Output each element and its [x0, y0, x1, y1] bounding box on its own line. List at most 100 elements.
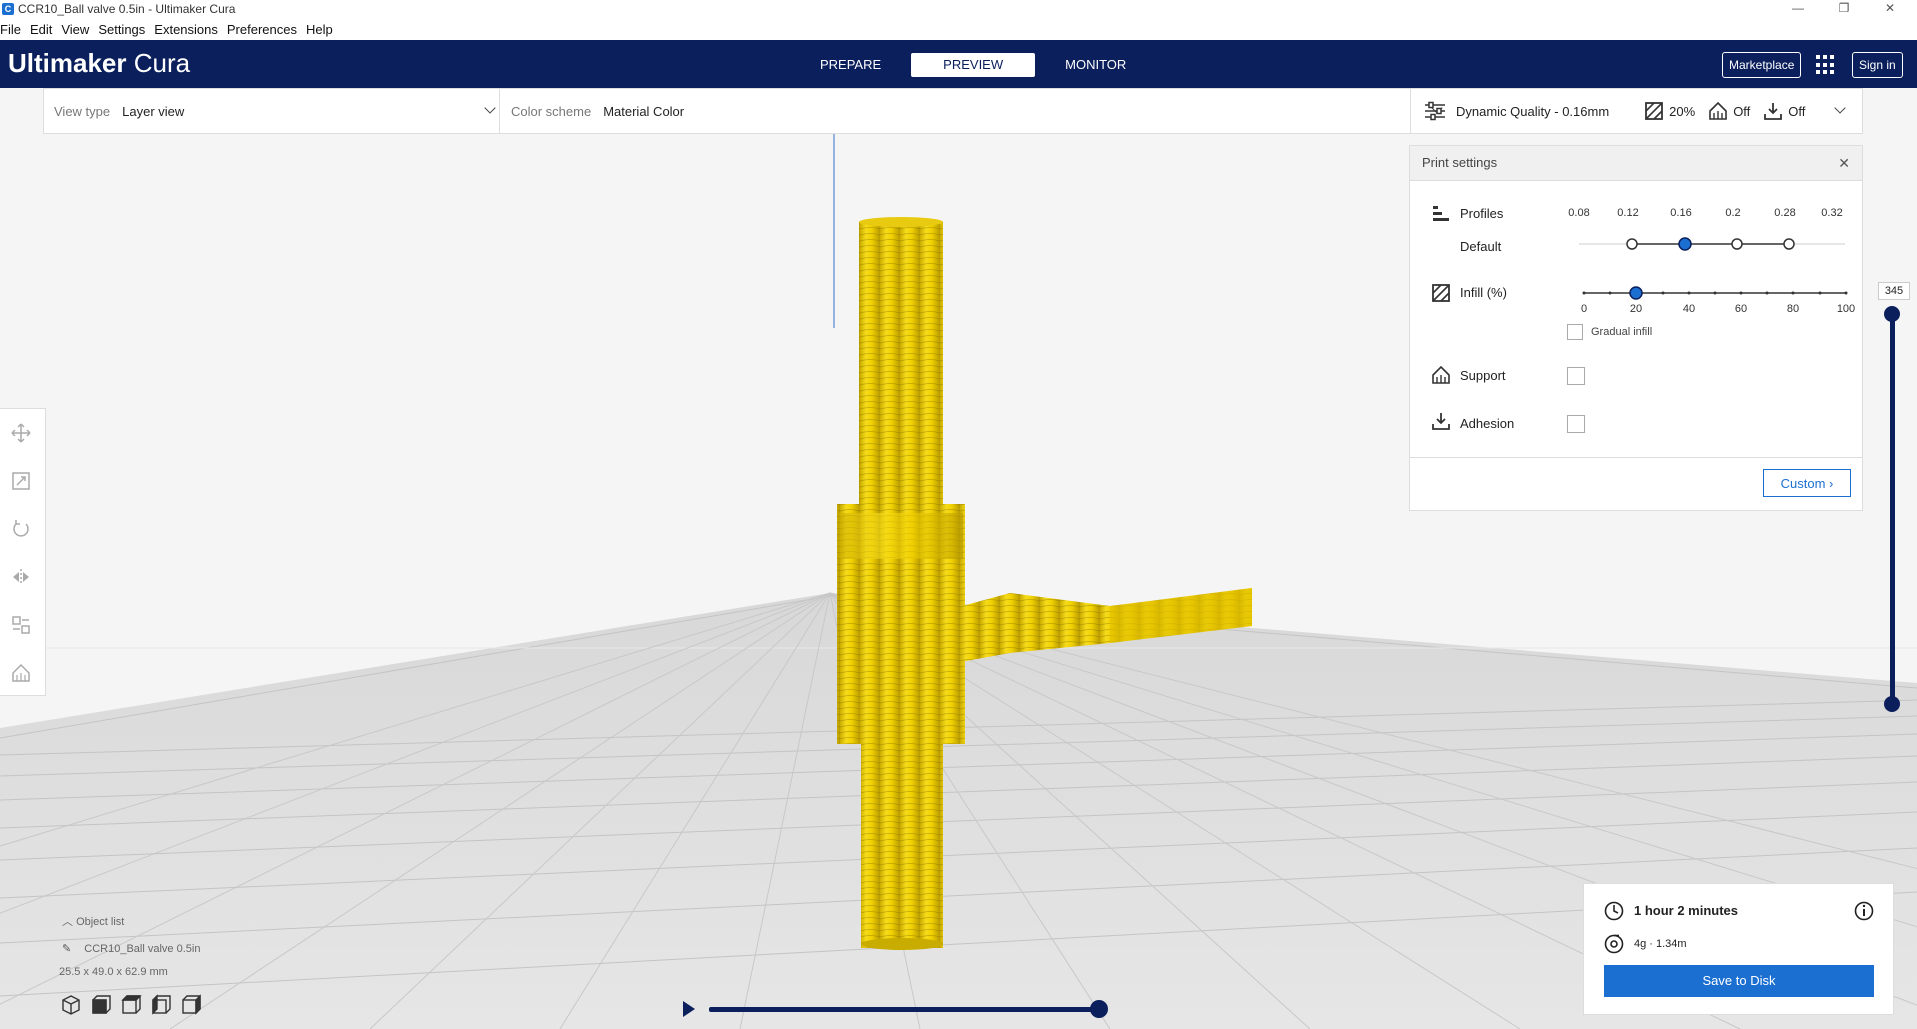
profiles-icon [1433, 206, 1449, 221]
clock-icon [1604, 901, 1624, 921]
infill-tick: 40 [1682, 303, 1696, 315]
close-window-icon[interactable]: ✕ [1870, 0, 1910, 18]
chevron-down-icon [484, 102, 496, 114]
profiles-label: Profiles [1460, 206, 1504, 221]
view-type-label: View type [54, 103, 111, 119]
print-summary-panel: 1 hour 2 minutes 4g · 1.34m Save to Disk [1583, 883, 1894, 1015]
infill-tick: 60 [1734, 303, 1748, 315]
cura-app-icon: C [2, 3, 14, 15]
tab-preview[interactable]: PREVIEW [911, 53, 1036, 77]
apps-grid-icon[interactable] [1816, 55, 1836, 75]
right-view-icon [182, 994, 201, 1015]
menu-file[interactable]: File [0, 22, 21, 37]
view-type-select[interactable]: View type Layer view [54, 89, 496, 133]
move-icon[interactable] [11, 423, 31, 443]
menu-bar: File Edit View Settings Extensions Prefe… [0, 18, 1917, 40]
stage-tabs: PREPARE PREVIEW MONITOR [798, 53, 1156, 77]
infill-icon [1432, 284, 1450, 302]
print-settings-panel: Print settings ✕ Profiles Default 0.08 0… [1409, 145, 1863, 511]
minimize-icon[interactable]: — [1778, 0, 1818, 18]
mirror-icon[interactable] [11, 567, 31, 587]
layer-slider[interactable] [1890, 312, 1895, 705]
layer-slider-bottom-handle[interactable] [1884, 696, 1900, 712]
save-to-disk-button[interactable]: Save to Disk [1604, 965, 1874, 997]
support-label: Support [1460, 368, 1506, 383]
infill-slider-handle [1629, 286, 1643, 300]
object-list-toggle[interactable]: ︿ Object list [62, 913, 124, 929]
infill-value: 20% [1669, 103, 1696, 119]
color-scheme-value: Material Color [603, 103, 685, 119]
scale-icon[interactable] [11, 471, 31, 491]
menu-edit[interactable]: Edit [30, 22, 52, 37]
menu-help[interactable]: Help [306, 22, 333, 37]
pencil-icon[interactable]: ✎ [62, 943, 71, 955]
adhesion-icon [1432, 413, 1450, 430]
adhesion-label: Adhesion [1460, 416, 1515, 431]
rotate-icon[interactable] [11, 519, 31, 539]
panel-header: Print settings ✕ [1410, 146, 1862, 181]
gradual-infill-checkbox[interactable] [1567, 324, 1583, 340]
support-checkbox[interactable] [1567, 367, 1585, 385]
view-type-value: Layer view [122, 103, 185, 119]
spool-icon [1604, 934, 1624, 954]
layer-slider-top-handle[interactable] [1884, 306, 1900, 322]
view-options-bar: View type Layer view Color scheme Materi… [43, 88, 1863, 134]
support-value: Off [1733, 103, 1751, 119]
panel-title: Print settings [1422, 155, 1498, 170]
adhesion-checkbox[interactable] [1567, 415, 1585, 433]
material-usage: 4g · 1.34m [1634, 938, 1687, 950]
infill-slider[interactable] [1570, 282, 1855, 304]
layer-number-box[interactable]: 345 [1878, 282, 1910, 300]
camera-view-buttons [62, 994, 201, 1015]
profile-tick: 0.16 [1670, 207, 1692, 219]
per-model-settings-icon[interactable] [11, 615, 31, 635]
infill-tick: 80 [1786, 303, 1800, 315]
adhesion-value: Off [1788, 103, 1806, 119]
tab-monitor[interactable]: MONITOR [1043, 53, 1148, 77]
play-icon[interactable] [683, 1001, 695, 1017]
top-view-icon [121, 995, 142, 1014]
profile-tick: 0.12 [1617, 207, 1639, 219]
profile-slider[interactable] [1575, 234, 1850, 254]
profile-tick: 0.08 [1568, 207, 1590, 219]
sign-in-button[interactable]: Sign in [1852, 52, 1903, 78]
menu-extensions[interactable]: Extensions [154, 22, 218, 37]
object-name: CCR10_Ball valve 0.5in [84, 943, 201, 955]
profile-tick: 0.32 [1821, 207, 1843, 219]
infill-tick: 100 [1836, 303, 1856, 315]
menu-view[interactable]: View [61, 22, 89, 37]
tool-bar [0, 408, 46, 696]
color-scheme-select[interactable]: Color scheme Material Color [511, 89, 1446, 133]
marketplace-button[interactable]: Marketplace [1722, 52, 1802, 78]
close-icon[interactable]: ✕ [1838, 146, 1850, 180]
path-slider[interactable] [709, 1007, 1103, 1012]
window-title: CCR10_Ball valve 0.5in - Ultimaker Cura [18, 2, 236, 16]
infill-tick: 20 [1629, 303, 1643, 315]
menu-preferences[interactable]: Preferences [227, 22, 297, 37]
menu-settings[interactable]: Settings [98, 22, 145, 37]
left-view-icon [152, 994, 171, 1015]
brand-logo: Ultimaker Cura [8, 48, 191, 78]
profile-option-0.2 [1731, 238, 1743, 250]
window-title-bar: C CCR10_Ball valve 0.5in - Ultimaker Cur… [0, 0, 1917, 18]
support-icon [1709, 102, 1727, 120]
infill-label: Infill (%) [1460, 285, 1507, 300]
custom-button[interactable]: Custom › [1763, 469, 1851, 497]
profile-option-selected [1678, 237, 1692, 251]
sliders-icon [1425, 101, 1445, 121]
restore-icon[interactable]: ❐ [1824, 0, 1864, 18]
path-slider-handle[interactable] [1090, 1000, 1108, 1018]
chevron-up-icon: ︿ [62, 916, 73, 928]
infill-tick: 0 [1580, 303, 1588, 315]
object-dimensions: 25.5 x 49.0 x 62.9 mm [59, 966, 168, 978]
infill-icon [1645, 102, 1664, 120]
support-blocker-icon[interactable] [11, 663, 31, 683]
print-time: 1 hour 2 minutes [1634, 903, 1739, 918]
profile-tick: 0.28 [1774, 207, 1796, 219]
front-view-icon [92, 995, 111, 1014]
profile-default-label: Default [1460, 239, 1502, 254]
color-scheme-label: Color scheme [511, 103, 592, 119]
tab-prepare[interactable]: PREPARE [798, 53, 903, 77]
info-icon[interactable] [1854, 901, 1874, 921]
print-setup-selector[interactable]: Dynamic Quality - 0.16mm 20% Off Off [1424, 89, 1854, 133]
